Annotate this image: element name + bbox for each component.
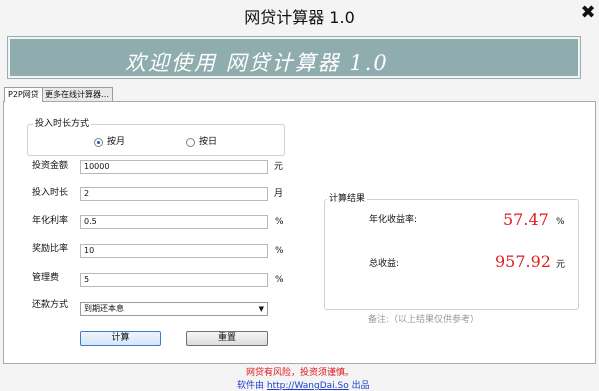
- results-note: 备注:（以上结果仅供参考）: [368, 315, 480, 325]
- field-label-annual-rate: 年化利率: [32, 216, 69, 226]
- duration-unit: 月: [274, 189, 284, 199]
- reset-button[interactable]: 重置: [186, 331, 268, 346]
- annual-yield-value: 57.47: [503, 210, 549, 229]
- reward-rate-unit: %: [275, 246, 284, 256]
- credit-line: 软件由 http://WangDai.So 出品: [237, 378, 370, 391]
- chevron-down-icon: ▼: [258, 305, 264, 313]
- radio-by-day[interactable]: [186, 138, 195, 147]
- management-fee-input[interactable]: 5: [80, 273, 268, 287]
- field-label-duration: 投入时长: [32, 188, 69, 198]
- reward-rate-input[interactable]: 10: [80, 244, 268, 258]
- credit-prefix: 软件由: [237, 381, 265, 391]
- repayment-select[interactable]: 到期还本息 ▼: [80, 302, 268, 316]
- management-fee-unit: %: [275, 275, 284, 285]
- tab-more-calculators[interactable]: 更多在线计算器…: [41, 87, 113, 101]
- credit-link[interactable]: http://WangDai.So: [267, 381, 349, 391]
- field-label-reward-rate: 奖励比率: [32, 244, 69, 254]
- radio-by-month-label: 按月: [107, 137, 126, 147]
- window-title: 网贷计算器 1.0: [244, 8, 355, 27]
- repayment-label: 还款方式: [32, 300, 69, 310]
- risk-warning: 网贷有风险，投资须谨慎。: [246, 368, 355, 378]
- amount-input[interactable]: 10000: [80, 160, 268, 174]
- amount-unit: 元: [274, 162, 284, 172]
- annual-rate-unit: %: [275, 217, 284, 227]
- duration-input[interactable]: 2: [80, 187, 268, 201]
- total-income-value: 957.92: [495, 252, 551, 271]
- field-label-amount: 投资金额: [32, 161, 69, 171]
- credit-suffix: 出品: [351, 381, 370, 391]
- annual-yield-label: 年化收益率:: [369, 215, 418, 225]
- total-income-label: 总收益:: [369, 259, 400, 269]
- tab-p2p[interactable]: P2P网贷: [4, 87, 43, 102]
- close-icon[interactable]: ✖: [580, 3, 596, 23]
- results-legend: 计算结果: [327, 194, 368, 204]
- banner-text: 欢迎使用 网贷计算器 1.0: [125, 51, 389, 75]
- period-legend: 投入时长方式: [33, 119, 92, 129]
- calculate-button[interactable]: 计算: [80, 331, 161, 346]
- repayment-selected-value: 到期还本息: [84, 304, 124, 313]
- annual-rate-input[interactable]: 0.5: [80, 215, 268, 229]
- field-label-management-fee: 管理费: [32, 273, 60, 283]
- radio-by-month[interactable]: [94, 138, 103, 147]
- radio-by-day-label: 按日: [199, 137, 218, 147]
- annual-yield-unit: %: [556, 217, 565, 227]
- total-income-unit: 元: [556, 260, 566, 270]
